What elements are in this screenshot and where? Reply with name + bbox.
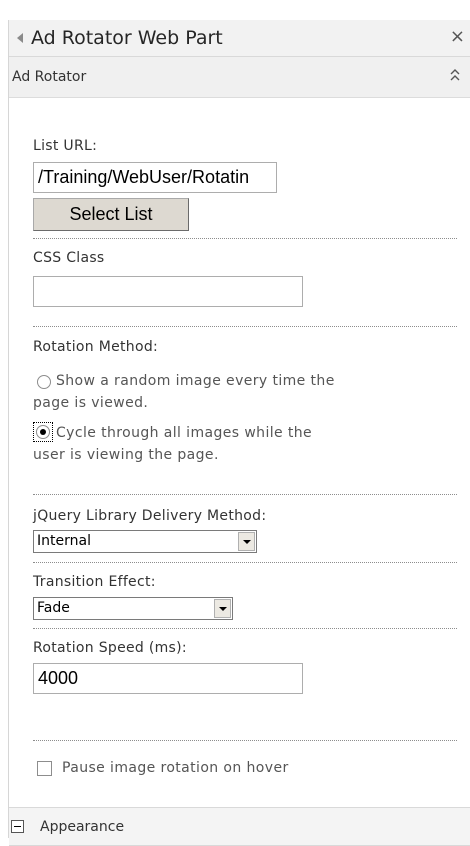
web-part-tool-pane: Ad Rotator Web Part × Ad Rotator List UR… bbox=[8, 20, 470, 846]
css-class-label: CSS Class bbox=[33, 250, 105, 266]
pause-on-hover-checkbox[interactable] bbox=[37, 760, 52, 776]
rotation-speed-label: Rotation Speed (ms): bbox=[33, 640, 187, 656]
pause-on-hover-option[interactable]: Pause image rotation on hover bbox=[37, 760, 289, 776]
transition-effect-label: Transition Effect: bbox=[33, 574, 156, 590]
radio-option-random[interactable]: Show a random image every time the page … bbox=[33, 370, 457, 414]
radio-focus-outline bbox=[33, 422, 53, 442]
divider bbox=[33, 326, 457, 327]
radio-button-random[interactable] bbox=[37, 375, 51, 389]
css-class-input[interactable] bbox=[33, 276, 303, 307]
list-url-label: List URL: bbox=[33, 138, 98, 154]
rotation-method-label: Rotation Method: bbox=[33, 339, 159, 355]
divider bbox=[33, 740, 457, 741]
rotation-speed-input[interactable]: 4000 bbox=[33, 663, 303, 694]
appearance-title: Appearance bbox=[40, 818, 125, 835]
radio-button-cycle[interactable] bbox=[36, 425, 50, 439]
section-header-ad-rotator[interactable]: Ad Rotator bbox=[9, 57, 470, 98]
list-url-input[interactable]: /Training/WebUser/Rotatin bbox=[33, 162, 277, 193]
radio-cycle-line2: user is viewing the page. bbox=[33, 447, 219, 463]
collapse-minus-icon[interactable] bbox=[11, 820, 24, 833]
divider bbox=[33, 562, 457, 563]
select-list-button[interactable]: Select List bbox=[33, 198, 189, 231]
radio-option-cycle[interactable]: Cycle through all images while the user … bbox=[33, 422, 457, 466]
jquery-delivery-value: Internal bbox=[37, 533, 91, 549]
radio-random-line1: Show a random image every time the bbox=[56, 373, 335, 389]
transition-effect-select[interactable]: Fade bbox=[33, 597, 233, 620]
section-header-appearance[interactable]: Appearance bbox=[9, 807, 470, 846]
dropdown-arrow-icon[interactable] bbox=[214, 599, 231, 618]
section-title: Ad Rotator bbox=[12, 69, 87, 85]
jquery-delivery-label: jQuery Library Delivery Method: bbox=[33, 508, 267, 524]
dropdown-arrow-icon[interactable] bbox=[238, 532, 255, 551]
collapse-arrow-icon[interactable] bbox=[17, 33, 23, 43]
divider bbox=[33, 494, 457, 495]
divider bbox=[33, 628, 457, 629]
jquery-delivery-select[interactable]: Internal bbox=[33, 530, 257, 553]
radio-random-line2: page is viewed. bbox=[33, 395, 149, 411]
close-icon[interactable]: × bbox=[450, 26, 465, 47]
tool-pane-title-bar: Ad Rotator Web Part × bbox=[9, 20, 470, 57]
divider bbox=[33, 238, 457, 239]
pause-on-hover-label: Pause image rotation on hover bbox=[62, 760, 289, 776]
transition-effect-value: Fade bbox=[37, 600, 70, 616]
tool-pane-title: Ad Rotator Web Part bbox=[31, 27, 223, 49]
radio-cycle-line1: Cycle through all images while the bbox=[56, 425, 313, 441]
double-chevron-up-icon[interactable] bbox=[449, 66, 461, 86]
